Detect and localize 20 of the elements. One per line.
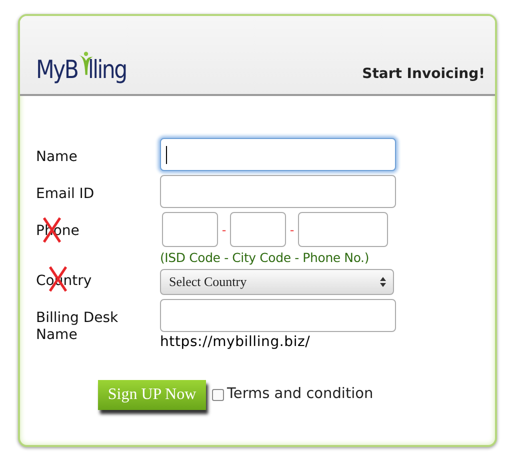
input-field[interactable] — [298, 212, 388, 247]
field-label: Billing Desk Name — [36, 310, 118, 343]
separator: - — [288, 222, 296, 236]
phone-hint: (ISD Code - City Code - Phone No.) — [160, 250, 370, 265]
tagline: Start Invoicing! — [362, 66, 485, 82]
input-field[interactable] — [160, 138, 396, 171]
input-field[interactable] — [160, 299, 396, 332]
country-select[interactable]: Select Country — [160, 269, 394, 295]
input-field[interactable] — [162, 212, 218, 247]
separator: - — [220, 222, 228, 236]
terms-label: Terms and condition — [227, 386, 374, 402]
input-field[interactable] — [160, 175, 396, 208]
logo-text: lling — [88, 55, 126, 84]
terms-checkbox[interactable] — [212, 389, 224, 401]
input-field[interactable] — [230, 212, 286, 247]
url-prefix: https://mybilling.biz/ — [160, 334, 312, 350]
logo-text: MyB — [36, 55, 78, 84]
field-label: Name — [36, 149, 78, 165]
field-label: Email ID — [36, 186, 94, 202]
stepper-icon — [379, 276, 387, 288]
